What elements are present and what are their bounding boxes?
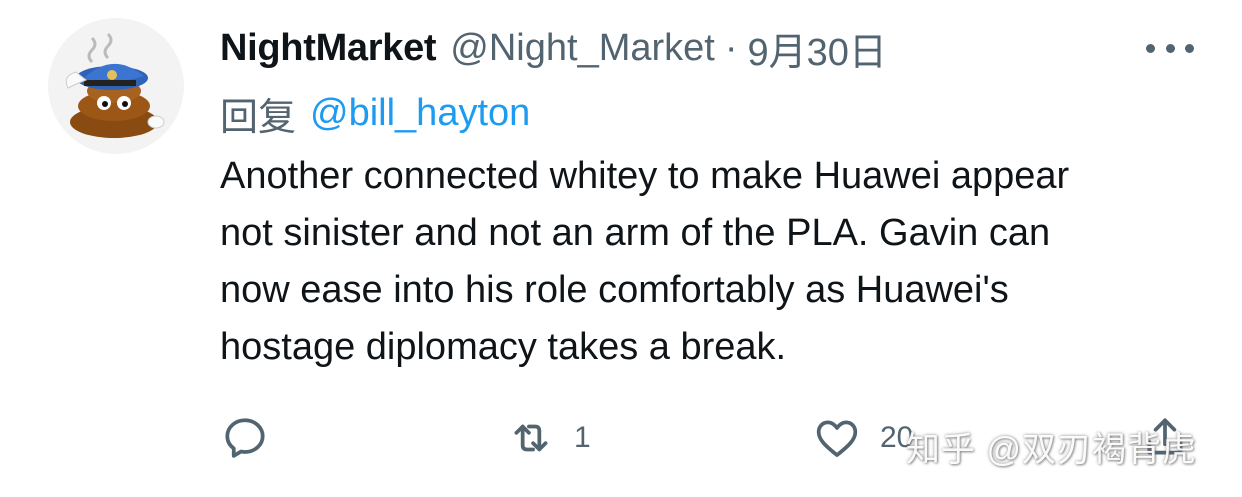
comment-icon (225, 418, 265, 458)
like-button[interactable]: 20 (812, 408, 913, 468)
tweet-text-line: not sinister and not an arm of the PLA. … (220, 212, 1051, 254)
reply-prefix: 回复 (220, 96, 297, 139)
user-handle[interactable]: @Night_Market (450, 27, 715, 70)
tweet-text: Another connected whitey to make Huawei … (220, 148, 1210, 376)
retweet-button[interactable]: 1 (506, 408, 591, 468)
reply-to-link[interactable]: @bill_hayton (310, 92, 530, 135)
tweet-text-line: now ease into his role comfortably as Hu… (220, 269, 1009, 311)
tweet-text-line: hostage diplomacy takes a break. (220, 326, 787, 368)
more-dot-icon (1185, 43, 1194, 53)
retweet-count: 1 (574, 421, 591, 454)
reply-context: 回复 @bill_hayton (220, 88, 530, 139)
retweet-icon (514, 424, 548, 452)
tweet-card: NightMarket @Night_Market · 9月30日 回复 @bi… (0, 0, 1242, 497)
more-dot-icon (1146, 43, 1155, 53)
avatar-image (48, 18, 184, 154)
heart-icon (816, 420, 858, 457)
tweet-date[interactable]: 9月30日 (748, 21, 887, 76)
tweet-header: NightMarket @Night_Market · 9月30日 (220, 22, 887, 74)
more-options-button[interactable] (1146, 30, 1194, 66)
avatar[interactable] (48, 18, 184, 154)
watermark-text: 知乎 @双刃褐背虎 (906, 431, 1197, 469)
separator-dot: · (724, 26, 738, 69)
display-name[interactable]: NightMarket (220, 27, 437, 70)
more-dot-icon (1165, 43, 1175, 53)
tweet-text-line: Another connected whitey to make Huawei … (220, 155, 1070, 197)
reply-button[interactable] (220, 408, 270, 468)
